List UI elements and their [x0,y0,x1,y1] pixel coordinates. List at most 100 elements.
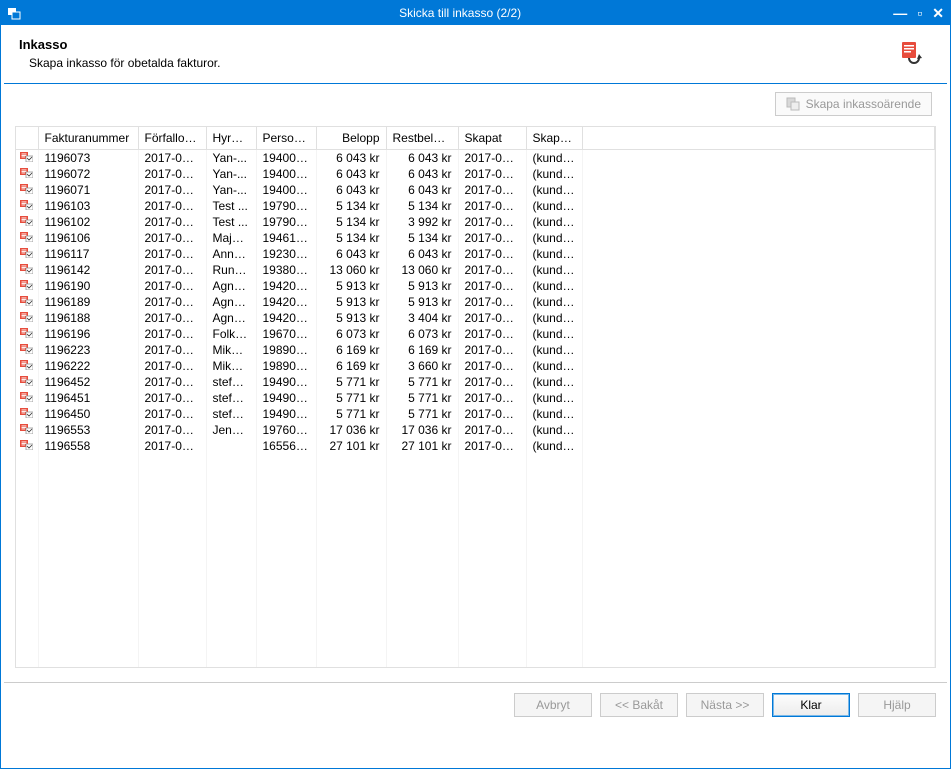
cell-personnr: 194901... [256,406,316,422]
header: Inkasso Skapa inkasso för obetalda faktu… [1,25,950,83]
empty-row [16,630,935,646]
cell-skapat: 2017-07-04 [458,422,526,438]
cell-skapat: 2017-07-04 [458,262,526,278]
create-case-label: Skapa inkassoärende [806,97,921,111]
row-icon [16,230,38,246]
footer: Avbryt << Bakåt Nästa >> Klar Hjälp [1,683,950,731]
row-icon [16,390,38,406]
col-restbelopp[interactable]: Restbelopp [386,127,458,150]
table-row[interactable]: 11964502017-03-02stefan...194901...5 771… [16,406,935,422]
cell-hyres: Yan-... [206,150,256,167]
cell-fill [582,166,935,182]
table-header[interactable]: Fakturanummer Förfalloda... Hyres... Per… [16,127,935,150]
cell-belopp: 6 169 kr [316,342,386,358]
cell-personnr: 194008... [256,166,316,182]
cell-fill [582,246,935,262]
cell-skapat: 2017-07-04 [458,182,526,198]
table-row[interactable]: 11964512017-03-02stefan...194901...5 771… [16,390,935,406]
table-row[interactable]: 11961062017-03-02Maja ...194612...5 134 … [16,230,935,246]
col-hyres[interactable]: Hyres... [206,127,256,150]
cell-fakturanummer: 1196142 [38,262,138,278]
cell-skapat-av: (kundad... [526,358,582,374]
cell-hyres: Test ... [206,214,256,230]
table-row[interactable]: 11961422017-03-02Rune ...193801...13 060… [16,262,935,278]
cell-hyres: Folke ... [206,326,256,342]
cell-skapat: 2017-07-04 [458,358,526,374]
cell-fill [582,374,935,390]
cell-skapat: 2017-07-04 [458,310,526,326]
cell-fill [582,214,935,230]
cell-hyres: Rune ... [206,262,256,278]
cell-skapat: 2017-07-04 [458,150,526,167]
table-row[interactable]: 11962222017-03-02Mikae...198909...6 169 … [16,358,935,374]
cell-restbelopp: 17 036 kr [386,422,458,438]
cell-forfalloda: 2017-03-02 [138,294,206,310]
maximize-button[interactable]: ▫ [917,6,922,20]
invoice-table[interactable]: Fakturanummer Förfalloda... Hyres... Per… [15,126,936,668]
table-row[interactable]: 11961892017-03-02Agnet...194207...5 913 … [16,294,935,310]
table-row[interactable]: 11961022017-03-02Test ...197905...5 134 … [16,214,935,230]
cell-skapat-av: (kundad... [526,342,582,358]
cell-forfalloda: 2017-03-02 [138,166,206,182]
cell-fakturanummer: 1196452 [38,374,138,390]
cell-hyres: stefan... [206,374,256,390]
cell-fakturanummer: 1196558 [38,438,138,454]
cell-fakturanummer: 1196188 [38,310,138,326]
col-forfalloda[interactable]: Förfalloda... [138,127,206,150]
cell-fill [582,406,935,422]
create-case-button[interactable]: Skapa inkassoärende [775,92,932,116]
cell-personnr: 193801... [256,262,316,278]
col-skapat-av[interactable]: Skapat av [526,127,582,150]
col-fakturanummer[interactable]: Fakturanummer [38,127,138,150]
cell-restbelopp: 13 060 kr [386,262,458,278]
cell-belopp: 27 101 kr [316,438,386,454]
cell-forfalloda: 2017-03-02 [138,358,206,374]
col-fill [582,127,935,150]
table-row[interactable]: 11961882017-03-02Agnet...194207...5 913 … [16,310,935,326]
cell-belopp: 5 134 kr [316,198,386,214]
table-row[interactable]: 11962232017-03-02Mikae...198909...6 169 … [16,342,935,358]
cell-forfalloda: 2017-03-02 [138,150,206,167]
table-row[interactable]: 11965582017-03-02165567...27 101 kr27 10… [16,438,935,454]
cell-belopp: 5 134 kr [316,230,386,246]
cell-fill [582,390,935,406]
table-row[interactable]: 11960732017-03-02Yan-...194008...6 043 k… [16,150,935,167]
table-row[interactable]: 11961902017-03-02Agnet...194207...5 913 … [16,278,935,294]
table-row[interactable]: 11964522017-03-02stefan...194901...5 771… [16,374,935,390]
col-skapat[interactable]: Skapat [458,127,526,150]
cell-belopp: 6 043 kr [316,182,386,198]
cell-hyres: Ann-C... [206,246,256,262]
cell-skapat: 2017-07-04 [458,406,526,422]
cell-skapat-av: (kundad... [526,294,582,310]
table-body[interactable]: 11960732017-03-02Yan-...194008...6 043 k… [16,150,935,669]
col-personnr[interactable]: Personnr [256,127,316,150]
cell-fakturanummer: 1196102 [38,214,138,230]
cell-skapat: 2017-07-04 [458,198,526,214]
close-button[interactable]: ✕ [932,6,944,20]
cell-belopp: 5 913 kr [316,278,386,294]
help-button[interactable]: Hjälp [858,693,936,717]
table-row[interactable]: 11961032017-03-02Test ...197905...5 134 … [16,198,935,214]
cell-fakturanummer: 1196117 [38,246,138,262]
table-row[interactable]: 11961172017-03-02Ann-C...192303...6 043 … [16,246,935,262]
done-button[interactable]: Klar [772,693,850,717]
cancel-button[interactable]: Avbryt [514,693,592,717]
cell-fakturanummer: 1196222 [38,358,138,374]
table-row[interactable]: 11965532017-03-02Jens ...197609...17 036… [16,422,935,438]
next-button[interactable]: Nästa >> [686,693,764,717]
table-row[interactable]: 11960712017-03-02Yan-...194008...6 043 k… [16,182,935,198]
empty-row [16,454,935,470]
back-button[interactable]: << Bakåt [600,693,678,717]
table-row[interactable]: 11960722017-03-02Yan-...194008...6 043 k… [16,166,935,182]
empty-row [16,646,935,662]
row-icon [16,438,38,454]
table-row[interactable]: 11961962017-03-02Folke ...196706...6 073… [16,326,935,342]
cell-personnr: 194008... [256,182,316,198]
empty-row [16,534,935,550]
col-belopp[interactable]: Belopp [316,127,386,150]
col-icon[interactable] [16,127,38,150]
page-subtitle: Skapa inkasso för obetalda fakturor. [19,56,886,70]
cell-restbelopp: 5 771 kr [386,374,458,390]
cell-restbelopp: 27 101 kr [386,438,458,454]
minimize-button[interactable]: — [893,6,907,20]
